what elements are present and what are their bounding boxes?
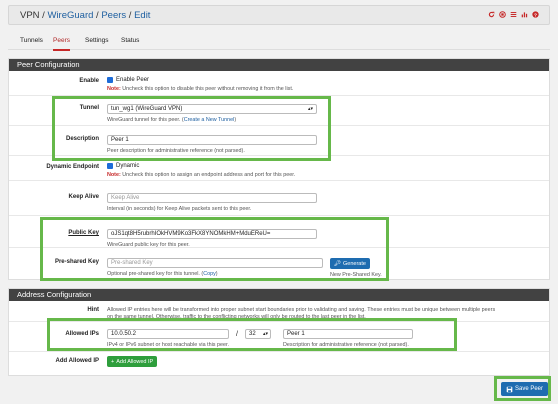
tab-bar: Tunnels Peers Settings Status <box>8 31 550 51</box>
keep-alive-label: Keep Alive <box>68 194 99 200</box>
allowed-ips-label: Allowed IPs <box>65 331 99 337</box>
generate-note: New Pre-Shared Key. <box>330 272 382 278</box>
allowed-ip-note: IPv4 or IPv6 subnet or host reachable vi… <box>107 342 229 348</box>
keep-alive-row: Keep Alive Keep Alive Interval (in secon… <box>9 181 549 216</box>
select-arrows-icon: ▴▾ <box>307 106 313 112</box>
pre-shared-key-label: Pre-shared Key <box>54 259 99 265</box>
enable-row: Enable Enable Peer Note: Uncheck this op… <box>9 71 549 96</box>
restart-icon[interactable] <box>488 11 495 18</box>
public-key-label: Public Key <box>68 230 99 236</box>
add-allowed-ip-button[interactable]: + Add Allowed IP <box>107 356 158 367</box>
tab-status[interactable]: Status <box>121 37 139 44</box>
hint-text-line2: on the same tunnel. Otherwise, traffic t… <box>107 314 366 320</box>
hint-label: Hint <box>87 307 99 313</box>
peer-configuration-panel: Peer Configuration Enable Enable Peer No… <box>8 58 550 280</box>
tab-settings[interactable]: Settings <box>85 37 109 44</box>
stop-icon[interactable] <box>499 11 506 18</box>
dynamic-endpoint-label: Dynamic Endpoint <box>46 164 99 170</box>
dynamic-note: Note: Uncheck this option to assign an e… <box>107 172 296 178</box>
svg-text:?: ? <box>534 12 537 18</box>
create-tunnel-link[interactable]: Create a New Tunnel <box>184 117 235 123</box>
keep-alive-note: Interval (in seconds) for Keep Alive pac… <box>107 206 252 212</box>
hint-text-line1: Allowed IP entries here will be transfor… <box>107 307 496 313</box>
menu-icon[interactable] <box>510 11 517 18</box>
dynamic-endpoint-row: Dynamic Endpoint Dynamic Note: Uncheck t… <box>9 156 549 181</box>
checkbox-checked-icon <box>107 163 113 169</box>
pre-shared-key-row: Pre-shared Key Pre-shared Key Optional p… <box>9 248 549 281</box>
tunnel-note: WireGuard tunnel for this peer. (Create … <box>107 117 237 123</box>
checkbox-checked-icon <box>107 77 113 83</box>
address-configuration-panel: Address Configuration Hint Allowed IP en… <box>8 288 550 376</box>
copy-link[interactable]: Copy <box>203 271 216 277</box>
generate-button[interactable]: 🔑︎ Generate <box>330 258 370 269</box>
public-key-row: Public Key oJS1qt8H5rubrhIOkHVM9Ko3FkX8Y… <box>9 216 549 248</box>
save-peer-button[interactable]: Save Peer <box>501 382 549 396</box>
add-allowed-ip-row: Add Allowed IP + Add Allowed IP <box>9 352 549 377</box>
allowed-ip-description-input[interactable]: Peer 1 <box>283 329 413 339</box>
pre-shared-key-input[interactable]: Pre-shared Key <box>107 258 323 268</box>
add-allowed-ip-label: Add Allowed IP <box>55 358 99 364</box>
public-key-input[interactable]: oJS1qt8H5rubrhIOkHVM9Ko3FkX8YNOMkHM+MduE… <box>107 229 317 239</box>
pre-shared-key-note: Optional pre-shared key for this tunnel.… <box>107 271 218 277</box>
breadcrumb-vpn: VPN <box>20 10 40 21</box>
description-label: Description <box>65 136 99 142</box>
description-row: Description Peer 1 Peer description for … <box>9 126 549 156</box>
description-note: Peer description for administrative refe… <box>107 148 245 154</box>
cidr-mask-select[interactable]: 32 ▴▾ <box>245 329 271 339</box>
help-icon[interactable]: ? <box>532 11 539 18</box>
key-icon: 🔑︎ <box>334 260 341 267</box>
breadcrumb-peers[interactable]: Peers <box>101 10 126 21</box>
address-configuration-title: Address Configuration <box>9 289 549 301</box>
breadcrumb: VPN / WireGuard / Peers / Edit <box>20 10 151 21</box>
peer-configuration-title: Peer Configuration <box>9 59 549 71</box>
description-input[interactable]: Peer 1 <box>107 135 317 145</box>
breadcrumb-wireguard[interactable]: WireGuard <box>47 10 93 21</box>
tab-peers[interactable]: Peers <box>53 37 70 51</box>
tunnel-row: Tunnel tun_wg1 (WireGuard VPN) ▴▾ WireGua… <box>9 96 549 126</box>
hint-row: Hint Allowed IP entries here will be tra… <box>9 301 549 322</box>
tab-tunnels[interactable]: Tunnels <box>20 37 43 44</box>
tunnel-select[interactable]: tun_wg1 (WireGuard VPN) ▴▾ <box>107 104 317 114</box>
enable-note: Note: Uncheck this option to disable thi… <box>107 86 294 92</box>
chart-icon[interactable] <box>521 11 528 18</box>
enable-peer-checkbox[interactable]: Enable Peer <box>107 77 293 83</box>
dynamic-checkbox[interactable]: Dynamic <box>107 163 295 169</box>
allowed-ip-description-note: Description for administrative reference… <box>283 342 409 348</box>
keep-alive-input[interactable]: Keep Alive <box>107 193 317 203</box>
enable-label: Enable <box>79 78 99 84</box>
breadcrumb-edit[interactable]: Edit <box>134 10 150 21</box>
allowed-ips-row: Allowed IPs 10.0.50.2 / 32 ▴▾ Peer 1 IPv4… <box>9 322 549 352</box>
tunnel-label: Tunnel <box>79 105 99 111</box>
select-arrows-icon: ▴▾ <box>262 331 268 337</box>
plus-icon: + <box>111 358 115 365</box>
cidr-slash: / <box>236 330 238 338</box>
allowed-ip-address-input[interactable]: 10.0.50.2 <box>107 329 229 339</box>
page-header: VPN / WireGuard / Peers / Edit ? <box>8 5 550 25</box>
save-icon <box>506 386 513 392</box>
